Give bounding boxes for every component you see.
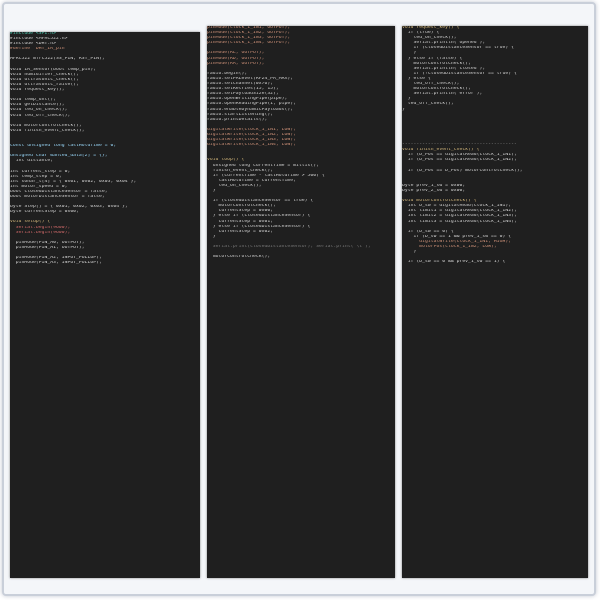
code-line: pinMode(PIN_A3, INPUT_PULLUP); [10,261,102,266]
code-line: if (D_sw == 0 && prev_1_sw == 1) { [402,260,506,265]
screenshot-frame: #include <SPI.h> #include <MFRC522.h> #inc… [2,2,596,596]
code-block: #include <SPI.h> #include <MFRC522.h> #inc… [10,32,200,266]
code-panel-right: void request_key() { if (true) { led_on_… [402,26,588,578]
code-line: Serial.print(closedDistanceSensor); Seri… [207,245,371,250]
code-line: motorControlCheck(); [207,255,271,260]
code-block: void request_key() { if (true) { led_on_… [402,26,588,265]
code-panel-left: #include <SPI.h> #include <MFRC522.h> #inc… [10,32,200,578]
code-block: pinMode(clock_1_IN1, OUTPUT); pinMode(clo… [207,26,395,260]
code-panel-middle: pinMode(clock_1_IN1, OUTPUT); pinMode(clo… [207,26,395,578]
